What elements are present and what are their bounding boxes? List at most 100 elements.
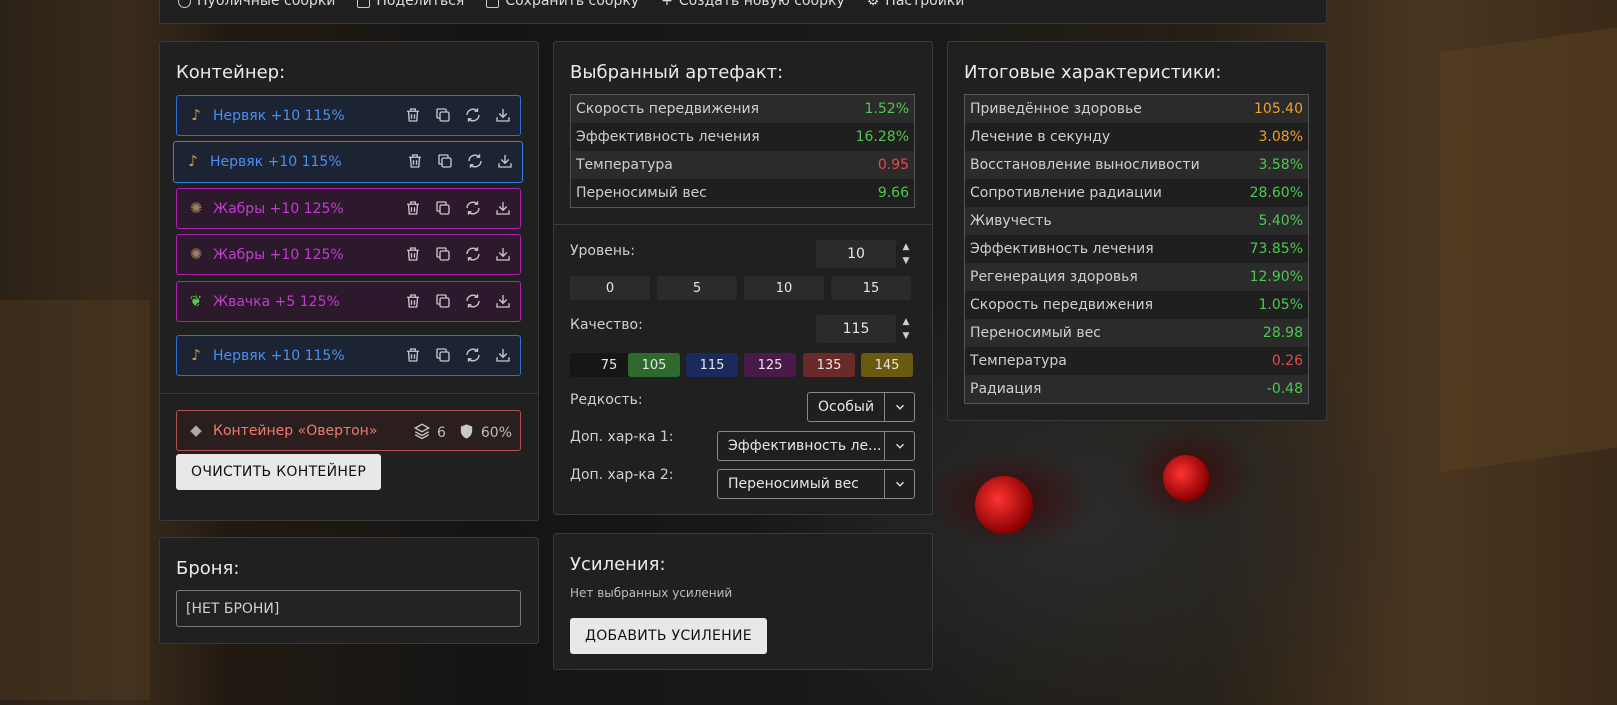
armor-select[interactable]: [НЕТ БРОНИ] — [176, 590, 521, 627]
chevron-down-icon — [884, 393, 914, 421]
level-preset-5[interactable]: 5 — [657, 276, 737, 300]
artifact-row[interactable]: ♪ Нервяк +10 115% — [176, 95, 521, 136]
info-icon — [178, 0, 191, 8]
share-link[interactable]: Поделиться — [357, 0, 464, 9]
quality-preset-145[interactable]: 145 — [861, 353, 913, 377]
trash-icon[interactable] — [404, 245, 422, 263]
boosts-title: Усиления: — [570, 554, 666, 575]
copy-icon[interactable] — [434, 199, 452, 217]
extra-stat-2-value: Переносимый вес — [728, 476, 859, 492]
refresh-icon[interactable] — [464, 292, 482, 310]
quality-stepper[interactable]: ▲ ▼ — [900, 315, 912, 343]
download-icon[interactable] — [494, 106, 512, 124]
gills-artifact-icon: ✺ — [189, 244, 203, 263]
refresh-icon[interactable] — [464, 346, 482, 364]
clear-container-button[interactable]: ОЧИСТИТЬ КОНТЕЙНЕР — [176, 454, 382, 490]
background-robot-eye-right — [1163, 455, 1209, 501]
container-title: Контейнер: — [176, 62, 286, 83]
divider — [554, 224, 932, 225]
stat-row: Переносимый вес 28.98 — [965, 319, 1308, 347]
new-build-link[interactable]: + Создать новую сборку — [661, 0, 845, 9]
stat-name: Эффективность лечения — [970, 241, 1154, 257]
copy-icon[interactable] — [434, 292, 452, 310]
stat-row: Восстановление выносливости 3.58% — [965, 151, 1308, 179]
stat-name: Регенерация здоровья — [970, 269, 1138, 285]
quality-preset-105[interactable]: 105 — [628, 353, 680, 377]
share-icon — [357, 0, 371, 8]
container-item-label: Контейнер «Овертон» — [213, 422, 378, 439]
shield-icon — [458, 423, 475, 444]
trash-icon[interactable] — [406, 152, 424, 170]
settings-link[interactable]: ⚙ Настройки — [867, 0, 965, 9]
stat-name: Радиация — [970, 381, 1042, 397]
artifact-label: Жабры +10 125% — [213, 200, 344, 217]
artifact-row[interactable]: ✺ Жабры +10 125% — [176, 234, 521, 275]
extra-stat-2-label: Доп. хар-ка 2: — [570, 467, 674, 483]
extra-stat-1-select[interactable]: Эффективность ле... — [717, 431, 915, 461]
quality-input[interactable]: 115 — [816, 315, 896, 343]
download-icon[interactable] — [494, 199, 512, 217]
level-preset-15[interactable]: 15 — [831, 276, 911, 300]
background-robot-eye-left — [975, 476, 1033, 534]
public-builds-link[interactable]: Публичные сборки — [178, 0, 335, 9]
trash-icon[interactable] — [404, 106, 422, 124]
trash-icon[interactable] — [404, 346, 422, 364]
quality-preset-125[interactable]: 125 — [744, 353, 796, 377]
download-icon[interactable] — [494, 292, 512, 310]
add-boost-button[interactable]: ДОБАВИТЬ УСИЛЕНИЕ — [570, 618, 767, 654]
copy-icon[interactable] — [434, 245, 452, 263]
refresh-icon[interactable] — [464, 106, 482, 124]
stat-row: Лечение в секунду 3.08% — [965, 123, 1308, 151]
level-preset-0[interactable]: 0 — [570, 276, 650, 300]
armor-title: Броня: — [176, 558, 240, 579]
download-icon[interactable] — [494, 245, 512, 263]
save-build-link[interactable]: Сохранить сборку — [486, 0, 639, 9]
trash-icon[interactable] — [404, 199, 422, 217]
copy-icon[interactable] — [434, 346, 452, 364]
rarity-value: Особый — [818, 399, 875, 415]
boosts-panel: Усиления: Нет выбранных усилений ДОБАВИТ… — [553, 533, 933, 670]
container-panel: Контейнер: ♪ Нервяк +10 115% ♪ Нервяк +1… — [159, 41, 539, 521]
stat-row: Эффективность лечения 73.85% — [965, 235, 1308, 263]
rarity-label: Редкость: — [570, 392, 643, 408]
artifact-label: Нервяк +10 115% — [213, 347, 345, 364]
stat-name: Сопротивление радиации — [970, 185, 1162, 201]
download-icon[interactable] — [494, 346, 512, 364]
boosts-empty-text: Нет выбранных усилений — [570, 586, 733, 600]
level-preset-10[interactable]: 10 — [744, 276, 824, 300]
stat-value: 73.85% — [1249, 241, 1303, 257]
artifact-label: Нервяк +10 115% — [210, 154, 342, 170]
artifact-row[interactable]: ♪ Нервяк +10 115% — [176, 335, 521, 376]
container-item-row[interactable]: ◆ Контейнер «Овертон» 6 60% — [176, 410, 521, 451]
refresh-icon[interactable] — [466, 152, 484, 170]
stat-value: 1.05% — [1258, 297, 1303, 313]
layers-icon — [413, 422, 431, 444]
quality-preset-115[interactable]: 115 — [686, 353, 738, 377]
artifact-row-selected[interactable]: ♪ Нервяк +10 115% — [173, 141, 523, 183]
plus-icon: + — [661, 0, 673, 9]
refresh-icon[interactable] — [464, 245, 482, 263]
stat-row: Температура 0.95 — [571, 151, 914, 179]
armor-panel: Броня: [НЕТ БРОНИ] — [159, 537, 539, 644]
rarity-select[interactable]: Особый — [807, 392, 915, 422]
divider — [160, 393, 538, 394]
copy-icon[interactable] — [434, 106, 452, 124]
artifact-row[interactable]: ❦ Жвачка +5 125% — [176, 281, 521, 322]
artifact-row[interactable]: ✺ Жабры +10 125% — [176, 188, 521, 229]
level-stepper[interactable]: ▲ ▼ — [900, 240, 912, 268]
stat-row: Скорость передвижения 1.52% — [571, 95, 914, 123]
extra-stat-2-select[interactable]: Переносимый вес — [717, 469, 915, 499]
copy-icon[interactable] — [436, 152, 454, 170]
background-crates — [0, 300, 150, 700]
trash-icon[interactable] — [404, 292, 422, 310]
stat-name: Температура — [970, 353, 1067, 369]
nerve-artifact-icon: ♪ — [191, 345, 201, 364]
quality-label: Качество: — [570, 317, 643, 333]
stat-name: Восстановление выносливости — [970, 157, 1200, 173]
quality-preset-135[interactable]: 135 — [803, 353, 855, 377]
refresh-icon[interactable] — [464, 199, 482, 217]
stat-row: Живучесть 5.40% — [965, 207, 1308, 235]
download-icon[interactable] — [496, 152, 514, 170]
artifact-panel: Выбранный артефакт: Скорость передвижени… — [553, 41, 933, 515]
level-input[interactable]: 10 — [816, 240, 896, 268]
